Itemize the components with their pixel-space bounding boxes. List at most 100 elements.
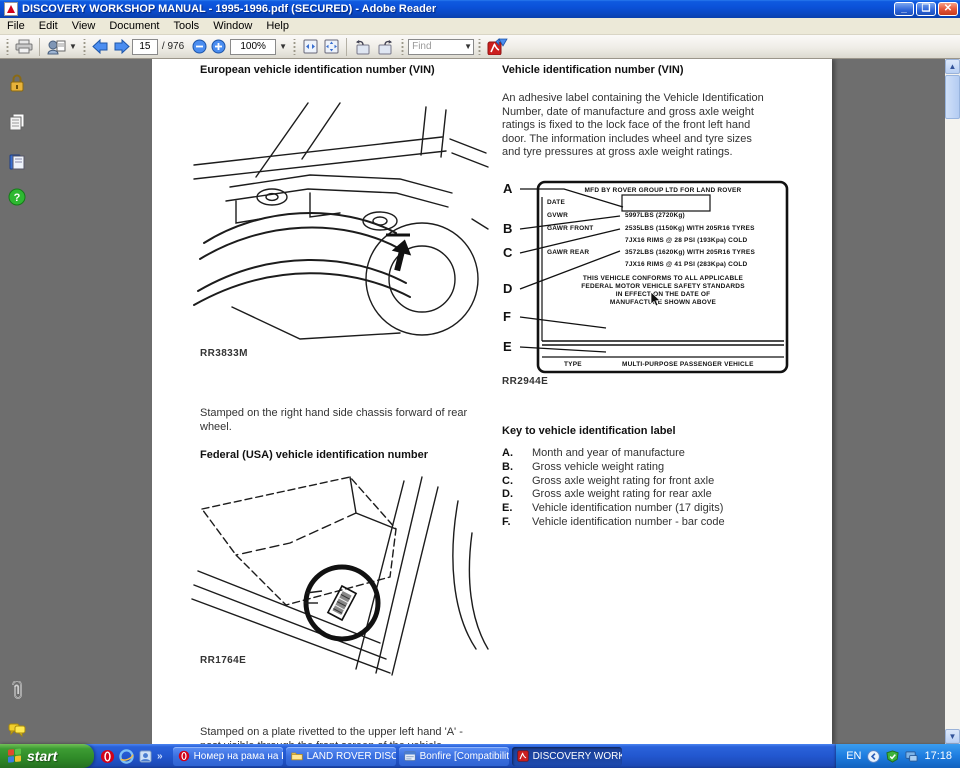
document-workspace: ? European vehicle identification number…: [0, 59, 960, 744]
marker-e: E: [503, 339, 512, 354]
email-icon: [47, 40, 66, 54]
taskbar-item-explorer-folder[interactable]: LAND ROVER DISCOV...: [285, 746, 396, 766]
pages-panel-icon[interactable]: [7, 112, 27, 132]
security-shield-icon[interactable]: [886, 749, 900, 763]
fit-page-button[interactable]: [321, 37, 342, 57]
scroll-up-button[interactable]: ▲: [945, 59, 960, 74]
convert-to-pdf-button[interactable]: [485, 37, 511, 57]
toolbar-grab-handle: [400, 38, 406, 55]
folder-icon: [290, 752, 303, 761]
svg-text:?: ?: [14, 192, 21, 204]
label-mfd: MFD BY ROVER GROUP LTD FOR LAND ROVER: [584, 187, 742, 194]
opera-quicklaunch-icon[interactable]: [100, 749, 115, 764]
label-gawr-rear: GAWR REAR: [547, 249, 590, 256]
zoom-out-button[interactable]: [190, 37, 209, 57]
restore-button[interactable]: ❏: [916, 2, 936, 16]
language-indicator[interactable]: EN: [846, 750, 861, 762]
task-label: Bonfire [Compatibility...: [419, 750, 509, 762]
task-label: Номер на рама на LR...: [193, 750, 283, 762]
fit-width-button[interactable]: [300, 37, 321, 57]
heading-federal-vin: Federal (USA) vehicle identification num…: [200, 449, 428, 461]
help-icon[interactable]: ?: [7, 187, 27, 207]
menu-file[interactable]: File: [0, 19, 32, 33]
printer-icon: [15, 39, 33, 54]
bonfire-app-icon: [403, 751, 416, 761]
zoom-level-select[interactable]: 100% ▼: [228, 37, 289, 57]
key-item-b: B. Gross vehicle weight rating: [502, 460, 665, 473]
taskbar-item-bonfire[interactable]: Bonfire [Compatibility...: [398, 746, 509, 766]
zoom-dropdown-arrow[interactable]: ▼: [279, 42, 287, 51]
menu-window[interactable]: Window: [206, 19, 259, 33]
start-button[interactable]: start: [0, 744, 94, 768]
label-date: DATE: [547, 199, 566, 206]
scrollbar-thumb[interactable]: [945, 75, 960, 119]
internet-explorer-icon[interactable]: [119, 748, 134, 764]
messenger-icon[interactable]: [138, 749, 153, 764]
arrow-left-icon: [92, 39, 108, 54]
para-stamped-chassis: Stamped on the right hand side chassis f…: [200, 407, 468, 433]
key-item-e: E. Vehicle identification number (17 digi…: [502, 502, 724, 515]
previous-page-button[interactable]: [90, 37, 111, 57]
figure2-caption: RR1764E: [200, 655, 247, 666]
arrow-right-icon: [114, 39, 130, 54]
toolbar-separator: [346, 37, 348, 56]
email-button[interactable]: ▼: [44, 37, 79, 57]
menu-edit[interactable]: Edit: [32, 19, 65, 33]
menu-help[interactable]: Help: [259, 19, 296, 33]
hide-icons-chevron[interactable]: [867, 749, 881, 763]
find-field[interactable]: ▼: [408, 38, 475, 55]
next-view-icon: [378, 39, 393, 54]
vertical-scrollbar[interactable]: ▲ ▼: [945, 59, 960, 744]
scroll-down-button[interactable]: ▼: [945, 729, 960, 744]
menu-view[interactable]: View: [65, 19, 103, 33]
label-diagram-caption: RR2944E: [502, 376, 549, 387]
taskbar: start » Номер на рама на LR...: [0, 744, 960, 768]
task-label: LAND ROVER DISCOV...: [306, 750, 396, 762]
key-item-f: F. Vehicle identification number - bar co…: [502, 515, 725, 528]
print-button[interactable]: [13, 37, 35, 57]
label-type: TYPE: [564, 361, 582, 368]
email-dropdown-arrow[interactable]: ▼: [69, 42, 77, 51]
find-input[interactable]: [409, 41, 462, 52]
attachments-panel-icon[interactable]: [7, 681, 27, 701]
navigation-pane: ?: [0, 59, 32, 744]
bookmarks-panel-icon[interactable]: [7, 152, 27, 172]
menu-document[interactable]: Document: [102, 19, 166, 33]
label-conform-1: THIS VEHICLE CONFORMS TO ALL APPLICABLE: [582, 275, 744, 282]
toolbar-grab-handle: [5, 38, 10, 55]
window-title: DISCOVERY WORKSHOP MANUAL - 1995-1996.pd…: [22, 3, 437, 15]
toolbar-grab-handle: [477, 38, 483, 55]
zoom-in-button[interactable]: [209, 37, 228, 57]
security-lock-icon[interactable]: [7, 73, 27, 93]
quicklaunch-overflow-chevron[interactable]: »: [157, 751, 163, 762]
taskbar-clock[interactable]: 17:18: [924, 750, 952, 762]
next-page-button[interactable]: [111, 37, 132, 57]
task-buttons: Номер на рама на LR... LAND ROVER DISCOV…: [172, 746, 622, 766]
label-conform-3: IN EFFECT ON THE DATE OF: [615, 291, 711, 298]
next-view-button[interactable]: [374, 37, 397, 57]
para-stamped-plate: Stamped on a plate rivetted to the upper…: [200, 726, 463, 738]
label-gawr-front-value: 2535LBS (1150Kg) WITH 205R16 TYRES: [625, 225, 755, 232]
minimize-button[interactable]: _: [894, 2, 914, 16]
comments-panel-icon[interactable]: [7, 719, 27, 739]
heading-european-vin: European vehicle identification number (…: [200, 64, 435, 76]
title-bar: DISCOVERY WORKSHOP MANUAL - 1995-1996.pd…: [0, 0, 960, 18]
find-dropdown-arrow[interactable]: ▼: [464, 42, 472, 51]
adobe-reader-icon: [4, 2, 18, 16]
page-number-input[interactable]: [131, 38, 158, 55]
menu-tools[interactable]: Tools: [167, 19, 207, 33]
previous-view-icon: [356, 39, 370, 54]
network-monitor-icon[interactable]: [905, 750, 919, 763]
label-gvwr: GVWR: [547, 212, 569, 219]
marker-c: C: [503, 245, 513, 260]
previous-view-button[interactable]: [351, 37, 374, 57]
toolbar-grab-handle: [292, 38, 298, 55]
close-button[interactable]: ✕: [938, 2, 958, 16]
taskbar-item-opera[interactable]: Номер на рама на LR...: [172, 746, 283, 766]
taskbar-item-adobe-reader-active[interactable]: DISCOVERY WORKSH...: [511, 746, 622, 766]
label-gawr-front-rims: 7JX16 RIMS @ 28 PSI (193Kpa) COLD: [625, 237, 748, 244]
label-gawr-front: GAWR FRONT: [547, 225, 594, 232]
windows-logo-icon: [8, 748, 22, 763]
zoom-in-icon: [211, 39, 226, 54]
label-type-value: MULTI-PURPOSE PASSENGER VEHICLE: [622, 361, 754, 368]
